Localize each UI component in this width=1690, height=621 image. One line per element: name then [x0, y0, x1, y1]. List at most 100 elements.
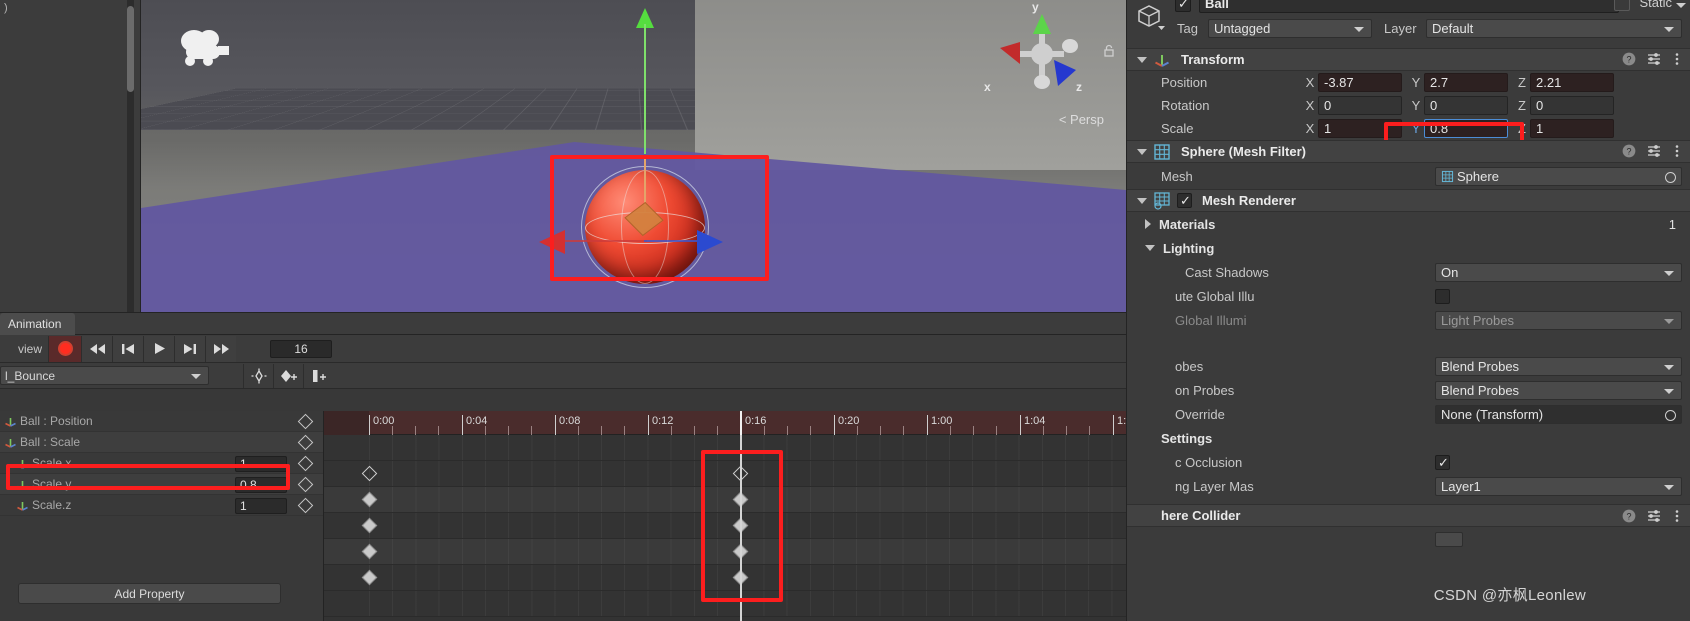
object-picker-icon[interactable] — [1665, 409, 1676, 421]
dopesheet-row-scale-y[interactable] — [324, 539, 1200, 565]
ball-object[interactable] — [539, 8, 723, 288]
property-row-scale-x[interactable]: Scale.x 1 — [0, 453, 323, 474]
keyframe-toggle[interactable] — [297, 413, 314, 430]
chevron-down-icon[interactable] — [1676, 3, 1686, 8]
hierarchy-panel-sliver[interactable]: ) — [0, 0, 141, 312]
hierarchy-row[interactable] — [0, 17, 140, 34]
preset-icon[interactable] — [1647, 144, 1661, 158]
property-value-input[interactable]: 0.8 — [235, 477, 287, 493]
lighting-row[interactable]: Lighting — [1127, 236, 1690, 260]
next-keyframe-button[interactable] — [174, 335, 205, 362]
help-icon[interactable]: ? — [1622, 144, 1636, 158]
reflection-probes-dropdown[interactable]: Blend Probes — [1435, 380, 1682, 400]
last-frame-button[interactable] — [205, 335, 236, 362]
keyframe-toggle[interactable] — [297, 476, 314, 493]
edit-collider-button[interactable] — [1435, 531, 1463, 547]
dopesheet-row-scale-z[interactable] — [324, 565, 1200, 591]
cast-shadows-dropdown[interactable]: On — [1435, 262, 1682, 282]
kebab-icon[interactable] — [1672, 509, 1682, 523]
materials-row[interactable]: Materials 1 — [1127, 212, 1690, 236]
foldout-icon[interactable] — [1145, 245, 1155, 251]
keyframe-toggle[interactable] — [297, 455, 314, 472]
hierarchy-scrollbar-thumb[interactable] — [127, 6, 134, 92]
preset-icon[interactable] — [1647, 509, 1661, 523]
tab-animation[interactable]: Animation — [0, 313, 76, 335]
rotation-x-input[interactable]: 0 — [1318, 96, 1402, 115]
add-keyframe-button[interactable] — [273, 363, 303, 388]
animation-window[interactable]: Animation view 16 l_Bounce Ball: Positi… — [0, 312, 1220, 621]
animation-property-list[interactable]: Ball : Position Ball : Scale Scale.x 1 S… — [0, 411, 324, 621]
scene-view[interactable]: y x z < Persp — [141, 0, 1126, 312]
receive-gi-dropdown[interactable]: Light Probes — [1435, 310, 1682, 330]
property-value-input[interactable]: 1 — [235, 498, 287, 514]
contribute-gi-checkbox[interactable] — [1435, 288, 1450, 304]
rotation-y-input[interactable]: 0 — [1424, 96, 1508, 115]
first-frame-button[interactable] — [81, 335, 112, 362]
foldout-icon[interactable] — [1137, 56, 1147, 63]
property-row-scale-y[interactable]: Scale.y 0.8 — [0, 474, 323, 495]
playhead-ruler-marker[interactable] — [740, 411, 742, 435]
gizmo-z-axis[interactable] — [644, 240, 700, 242]
dopesheet-row-ball-position[interactable] — [324, 461, 1200, 487]
tag-dropdown[interactable]: Untagged — [1208, 19, 1372, 38]
object-picker-icon[interactable] — [1665, 171, 1676, 183]
keyframe-toggle[interactable] — [297, 434, 314, 451]
component-header-sphere-collider[interactable]: here Collider ? — [1127, 504, 1690, 527]
foldout-icon[interactable] — [1137, 148, 1147, 155]
timeline-ruler[interactable]: 0:00 0:04 0:08 0:12 0:16 0:20 1:00 1:04 — [324, 411, 1200, 435]
position-y-input[interactable]: 2.7 — [1424, 73, 1508, 92]
current-frame-input[interactable]: 16 — [270, 339, 332, 358]
kebab-icon[interactable] — [1672, 144, 1682, 158]
position-x-input[interactable]: -3.87 — [1318, 73, 1402, 92]
static-checkbox[interactable] — [1614, 0, 1630, 11]
layer-dropdown[interactable]: Default — [1426, 19, 1682, 38]
additional-settings-row[interactable]: Settings — [1127, 426, 1690, 450]
property-value-input[interactable]: 1 — [235, 456, 287, 472]
scene-projection-label[interactable]: < Persp — [1059, 112, 1104, 127]
light-probes-dropdown[interactable]: Blend Probes — [1435, 356, 1682, 376]
property-row-ball-scale[interactable]: Ball : Scale — [0, 432, 323, 453]
help-icon[interactable]: ? — [1622, 509, 1636, 523]
gizmo-x-arrow[interactable] — [539, 230, 565, 254]
inspector-panel[interactable]: ✓ Ball Static Tag Untagged Layer Default — [1126, 0, 1690, 621]
preview-label[interactable]: view — [0, 342, 48, 356]
property-row-ball-position[interactable]: Ball : Position — [0, 411, 323, 432]
help-icon[interactable]: ? — [1622, 52, 1636, 66]
animation-timeline[interactable]: 0:00 0:04 0:08 0:12 0:16 0:20 1:00 1:04 — [324, 411, 1200, 621]
scale-y-input[interactable]: 0.8 — [1424, 119, 1508, 138]
record-button[interactable] — [48, 335, 81, 362]
mesh-renderer-enabled-checkbox[interactable]: ✓ — [1177, 193, 1192, 208]
prev-keyframe-button[interactable] — [112, 335, 143, 362]
mesh-object-field[interactable]: Sphere — [1435, 166, 1682, 186]
object-enabled-checkbox[interactable]: ✓ — [1175, 0, 1191, 12]
clip-selector-dropdown[interactable]: l_Bounce — [0, 366, 209, 385]
rendering-layer-mask-dropdown[interactable]: Layer1 — [1435, 476, 1682, 496]
scene-orientation-gizmo[interactable]: y x z — [984, 0, 1088, 100]
play-button[interactable] — [143, 335, 174, 362]
scale-z-input[interactable]: 1 — [1530, 119, 1614, 138]
component-header-transform[interactable]: Transform ? — [1127, 48, 1690, 71]
dynamic-occlusion-checkbox[interactable]: ✓ — [1435, 454, 1450, 470]
keyframe-toggle[interactable] — [297, 497, 314, 514]
hierarchy-row[interactable]: ) — [0, 0, 140, 17]
gizmo-z-arrow[interactable] — [697, 230, 723, 254]
anchor-override-object-field[interactable]: None (Transform) — [1435, 404, 1682, 424]
component-header-mesh-renderer[interactable]: ✓ Mesh Renderer — [1127, 189, 1690, 212]
scale-x-input[interactable]: 1 — [1318, 119, 1402, 138]
preset-icon[interactable] — [1647, 52, 1661, 66]
lock-icon[interactable] — [1102, 44, 1116, 58]
dopesheet-row-ball-scale[interactable] — [324, 487, 1200, 513]
dopesheet[interactable] — [324, 435, 1200, 621]
gizmo-y-axis[interactable] — [644, 24, 646, 154]
position-z-input[interactable]: 2.21 — [1530, 73, 1614, 92]
kebab-icon[interactable] — [1672, 52, 1682, 66]
add-property-button[interactable]: Add Property — [18, 583, 281, 604]
gizmo-x-axis[interactable] — [561, 240, 647, 242]
playhead[interactable] — [740, 435, 742, 621]
component-header-mesh-filter[interactable]: Sphere (Mesh Filter) ? — [1127, 140, 1690, 163]
add-event-button[interactable] — [303, 363, 333, 388]
dopesheet-row-scale-x[interactable] — [324, 513, 1200, 539]
rotation-z-input[interactable]: 0 — [1530, 96, 1614, 115]
property-row-scale-z[interactable]: Scale.z 1 — [0, 495, 323, 516]
key-filter-button[interactable] — [243, 363, 273, 388]
